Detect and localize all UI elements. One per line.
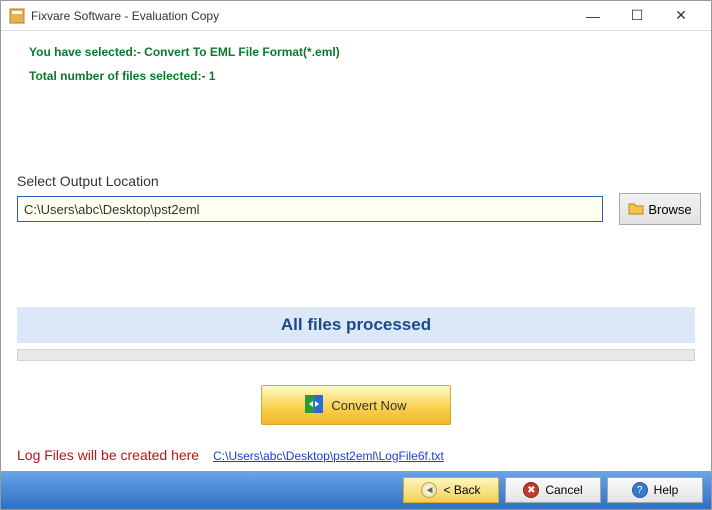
help-icon: ?	[632, 482, 648, 498]
window-controls: — ☐ ✕	[571, 2, 703, 30]
convert-button[interactable]: Convert Now	[261, 385, 451, 425]
progress-bar	[17, 349, 695, 361]
minimize-button[interactable]: —	[571, 2, 615, 30]
back-icon: ◄	[421, 482, 437, 498]
convert-label: Convert Now	[331, 398, 406, 413]
close-button[interactable]: ✕	[659, 2, 703, 30]
browse-button[interactable]: Browse	[619, 193, 701, 225]
convert-icon	[305, 395, 323, 416]
help-button[interactable]: ? Help	[607, 477, 703, 503]
log-path-link[interactable]: C:\Users\abc\Desktop\pst2eml\LogFile6f.t…	[213, 449, 444, 463]
back-button[interactable]: ◄ < Back	[403, 477, 499, 503]
titlebar: Fixvare Software - Evaluation Copy — ☐ ✕	[1, 1, 711, 31]
app-icon	[9, 8, 25, 24]
cancel-icon: ✖	[523, 482, 539, 498]
cancel-label: Cancel	[545, 483, 582, 497]
footer: ◄ < Back ✖ Cancel ? Help	[1, 471, 711, 509]
output-path-input[interactable]	[17, 196, 603, 222]
folder-icon	[628, 201, 644, 218]
convert-wrap: Convert Now	[11, 385, 701, 425]
window-title: Fixvare Software - Evaluation Copy	[31, 9, 571, 23]
log-row: Log Files will be created here C:\Users\…	[17, 447, 444, 463]
back-label: < Back	[443, 483, 480, 497]
status-message: All files processed	[17, 307, 695, 343]
content-area: You have selected:- Convert To EML File …	[1, 31, 711, 471]
cancel-button[interactable]: ✖ Cancel	[505, 477, 601, 503]
maximize-button[interactable]: ☐	[615, 2, 659, 30]
output-row: Browse	[17, 193, 701, 225]
selected-format-text: You have selected:- Convert To EML File …	[29, 45, 701, 59]
log-label: Log Files will be created here	[17, 447, 199, 463]
browse-label: Browse	[648, 202, 691, 217]
output-location-label: Select Output Location	[17, 173, 701, 189]
help-label: Help	[654, 483, 679, 497]
file-count-text: Total number of files selected:- 1	[29, 69, 701, 83]
